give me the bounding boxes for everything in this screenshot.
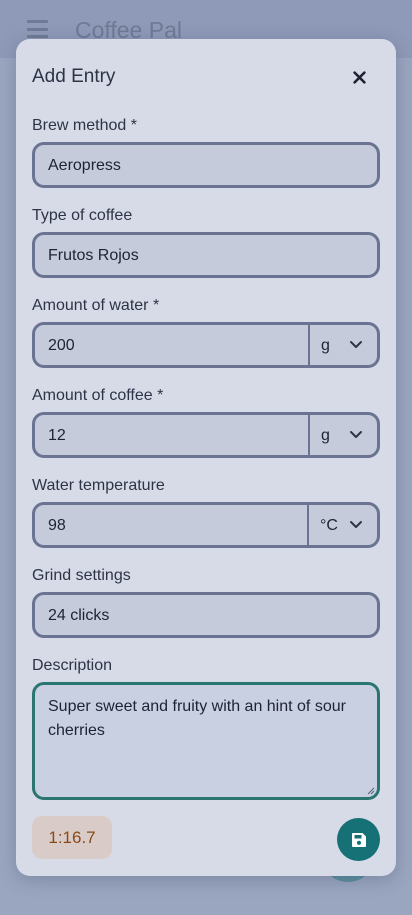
add-entry-dialog: Add Entry Brew method * Aeropress Type o… xyxy=(16,39,396,876)
water-amount-field[interactable]: 200 g xyxy=(32,322,380,368)
water-temp-label: Water temperature xyxy=(32,477,165,494)
close-icon xyxy=(352,70,366,84)
chevron-down-icon[interactable] xyxy=(349,340,363,350)
close-button[interactable] xyxy=(346,64,372,90)
coffee-amount-label: Amount of coffee * xyxy=(32,387,164,404)
coffee-amount-value: 12 xyxy=(48,427,66,444)
floppy-disk-icon xyxy=(351,832,366,847)
description-value: Super sweet and fruity with an hint of s… xyxy=(48,698,346,739)
coffee-type-value: Frutos Rojos xyxy=(48,247,139,264)
brew-method-value: Aeropress xyxy=(48,157,121,174)
water-unit-select[interactable]: g xyxy=(321,337,330,355)
grind-field[interactable]: 24 clicks xyxy=(32,592,380,638)
brew-method-field[interactable]: Aeropress xyxy=(32,142,380,188)
grind-label: Grind settings xyxy=(32,567,131,584)
chevron-down-icon[interactable] xyxy=(349,520,363,530)
coffee-type-label: Type of coffee xyxy=(32,207,133,224)
chevron-down-icon[interactable] xyxy=(349,430,363,440)
hamburger-icon[interactable] xyxy=(27,20,48,38)
water-amount-label: Amount of water * xyxy=(32,297,160,314)
description-label: Description xyxy=(32,657,113,674)
coffee-amount-field[interactable]: 12 g xyxy=(32,412,380,458)
save-button[interactable] xyxy=(337,818,380,861)
water-temp-value: 98 xyxy=(48,517,66,534)
grind-value: 24 clicks xyxy=(48,607,110,624)
ratio-badge: 1:16.7 xyxy=(32,816,112,859)
dialog-title: Add Entry xyxy=(32,66,116,87)
water-temp-field[interactable]: 98 °C xyxy=(32,502,380,548)
description-textarea[interactable]: Super sweet and fruity with an hint of s… xyxy=(32,682,380,800)
resize-handle-icon[interactable] xyxy=(366,786,375,795)
coffee-unit-select[interactable]: g xyxy=(321,427,330,445)
coffee-type-field[interactable]: Frutos Rojos xyxy=(32,232,380,278)
water-amount-value: 200 xyxy=(48,337,75,354)
brew-method-label: Brew method * xyxy=(32,117,137,134)
temp-unit-select[interactable]: °C xyxy=(320,517,338,535)
